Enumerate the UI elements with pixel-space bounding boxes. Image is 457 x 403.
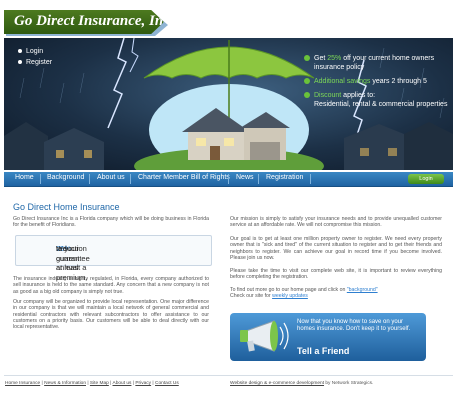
nav-news[interactable]: News <box>236 174 254 181</box>
nav-separator <box>310 174 311 184</box>
header-account-links: Login Register <box>18 46 52 68</box>
mission-paragraph: Our mission is simply to satisfy your in… <box>230 216 442 229</box>
footer-link-privacy[interactable]: Privacy <box>135 381 151 386</box>
login-button[interactable]: Login <box>408 174 444 184</box>
background-link[interactable]: "background" <box>347 287 378 293</box>
house-left-2 <box>44 128 104 170</box>
nav-registration[interactable]: Registration <box>266 174 303 181</box>
nav-background[interactable]: Background <box>47 174 84 181</box>
megaphone-icon <box>240 320 289 352</box>
footer-links: Home Insurance | News & Information | Si… <box>5 381 179 386</box>
lightning-bolt-left <box>107 38 127 129</box>
footer-link-news[interactable]: News & Information <box>44 381 86 386</box>
register-link[interactable]: Register <box>18 57 52 68</box>
footer-link-home-insurance[interactable]: Home Insurance <box>5 381 40 386</box>
house-right <box>344 124 414 170</box>
tell-a-friend-banner[interactable]: Now that you know how to save on your ho… <box>230 313 426 361</box>
nav-separator <box>228 174 229 184</box>
lightning-bolt-left-small <box>129 38 139 73</box>
hero-banner: Login Register Get 25% off your current … <box>4 38 453 170</box>
house-right-2 <box>404 122 453 170</box>
site-logo[interactable]: Go Direct Insurance, Inc <box>4 10 164 34</box>
footer-link-about-us[interactable]: About us <box>113 381 132 386</box>
footer-link-site-map[interactable]: Site Map <box>90 381 109 386</box>
benefit-additional-savings: Additional savings years 2 through 5 <box>304 77 452 86</box>
review-paragraph: Please take the time to visit our comple… <box>230 268 442 281</box>
footer-credit: Website design & e-commerce development … <box>230 381 374 386</box>
intro-paragraph: Go Direct Insurance Inc is a Florida com… <box>13 216 209 229</box>
house-left <box>4 122 48 170</box>
nav-separator <box>258 174 259 184</box>
find-out-more-paragraph: To find out more go to our home page and… <box>230 287 378 300</box>
login-link[interactable]: Login <box>18 46 52 57</box>
nav-home[interactable]: Home <box>15 174 34 181</box>
page: Go Direct Insurance, Inc Login Register … <box>0 0 457 403</box>
footer-link-contact-us[interactable]: Contact Us <box>155 381 179 386</box>
nav-charter-member-bill-of-rights[interactable]: Charter Member Bill of Rights <box>138 174 230 181</box>
nav-separator <box>130 174 131 184</box>
tell-a-friend-text: Now that you know how to save on your ho… <box>297 319 411 332</box>
logo-text: Go Direct Insurance, Inc <box>14 13 170 29</box>
benefit-applies-to: Discount applies to: Residential, rental… <box>304 91 452 109</box>
nav-separator <box>89 174 90 184</box>
front-door <box>210 146 220 160</box>
footer-divider <box>4 375 453 376</box>
weekly-updates-link[interactable]: weekly updates <box>272 293 308 299</box>
nav-about-us[interactable]: About us <box>97 174 125 181</box>
tell-a-friend-button[interactable]: Tell a Friend <box>297 346 349 356</box>
guarantee-box: We guarantee at least a 25% reduction to… <box>15 235 212 282</box>
garage-door <box>250 142 280 160</box>
page-title: Go Direct Home Insurance <box>13 202 120 212</box>
main-nav: Home Background About us Charter Member … <box>4 172 453 187</box>
benefit-discount: Get 25% off your current home owners ins… <box>304 54 452 72</box>
footer-credit-link[interactable]: Website design & e-commerce development <box>230 381 324 386</box>
regulation-paragraph: The insurance industry is highly regulat… <box>13 276 209 295</box>
goal-paragraph: Our goal is to get at least one million … <box>230 236 442 261</box>
local-representation-paragraph: Our company will be organized to provide… <box>13 299 209 331</box>
hero-benefits: Get 25% off your current home owners ins… <box>304 54 452 114</box>
nav-separator <box>40 174 41 184</box>
